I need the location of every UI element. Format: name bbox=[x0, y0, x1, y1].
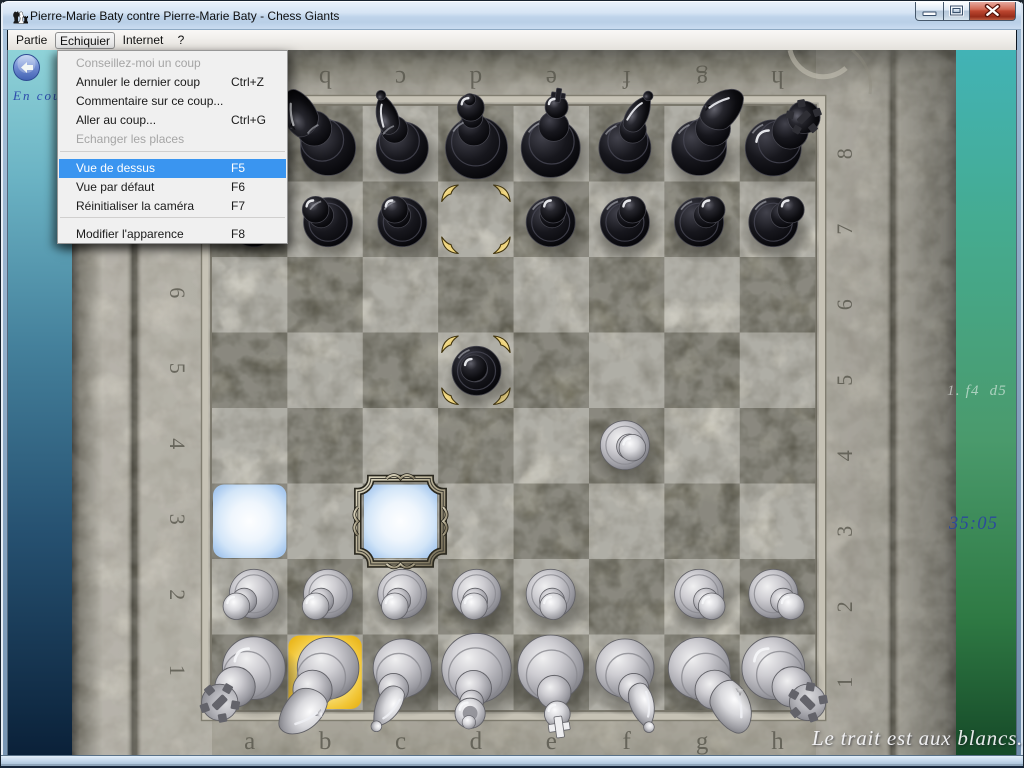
svg-text:f: f bbox=[623, 728, 632, 755]
svg-text:a: a bbox=[244, 728, 255, 755]
svg-text:7: 7 bbox=[832, 224, 857, 235]
svg-text:3: 3 bbox=[165, 514, 190, 525]
svg-text:h: h bbox=[771, 65, 784, 92]
svg-text:f: f bbox=[622, 65, 631, 92]
svg-text:e: e bbox=[546, 65, 557, 92]
svg-text:6: 6 bbox=[832, 299, 857, 310]
svg-text:5: 5 bbox=[832, 375, 857, 386]
svg-text:2: 2 bbox=[165, 589, 190, 600]
svg-text:4: 4 bbox=[832, 450, 857, 461]
svg-text:c: c bbox=[395, 65, 406, 92]
svg-text:c: c bbox=[395, 728, 406, 755]
svg-text:2: 2 bbox=[832, 601, 857, 612]
svg-text:3: 3 bbox=[832, 526, 857, 537]
svg-text:6: 6 bbox=[165, 287, 190, 298]
svg-text:1: 1 bbox=[165, 665, 190, 676]
svg-text:d: d bbox=[469, 65, 482, 92]
svg-text:5: 5 bbox=[165, 363, 190, 374]
svg-text:1: 1 bbox=[832, 677, 857, 688]
svg-text:8: 8 bbox=[832, 148, 857, 159]
svg-text:b: b bbox=[319, 728, 332, 755]
svg-text:d: d bbox=[470, 728, 483, 755]
svg-text:4: 4 bbox=[165, 438, 190, 449]
svg-text:g: g bbox=[696, 728, 709, 755]
svg-text:g: g bbox=[695, 65, 708, 92]
svg-text:b: b bbox=[319, 65, 332, 92]
svg-text:h: h bbox=[771, 728, 784, 755]
